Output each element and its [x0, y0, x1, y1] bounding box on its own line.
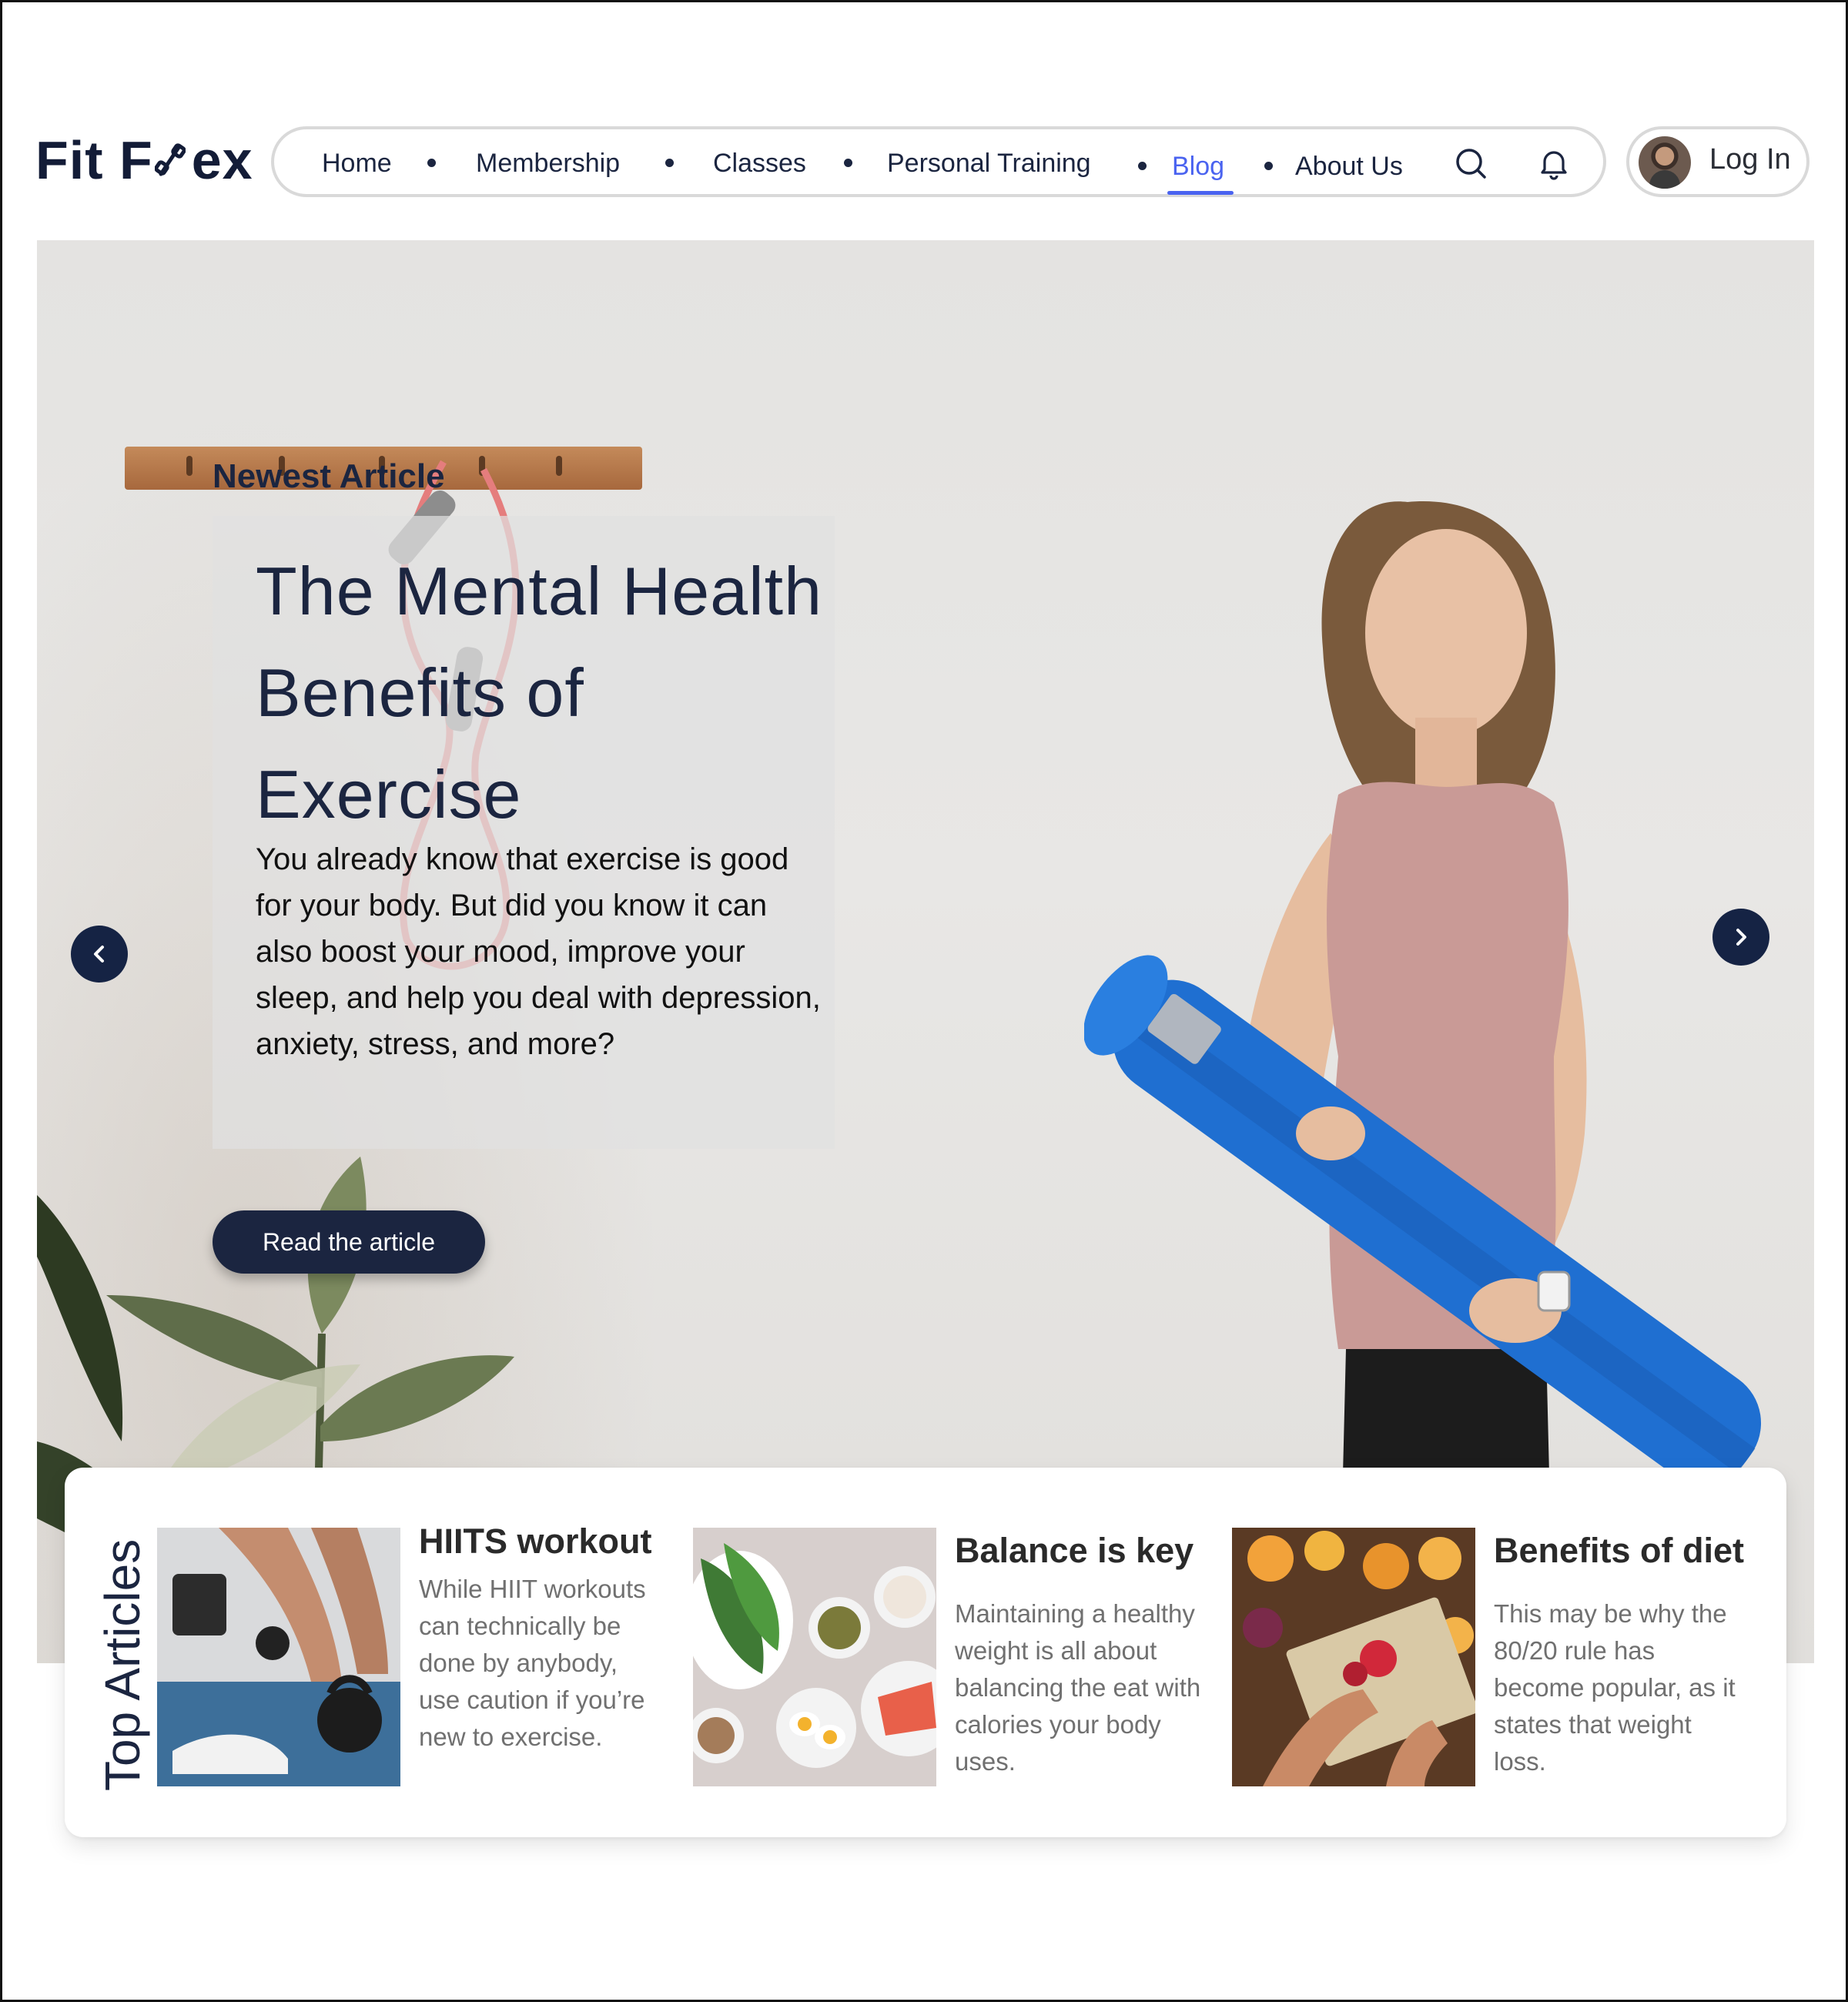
nav-separator	[1138, 162, 1147, 170]
main-nav: Home Membership Classes Personal Trainin…	[271, 126, 1606, 197]
top-articles-panel: Top Articles HIITS workout While HIIT wo…	[65, 1468, 1786, 1837]
avatar	[1639, 136, 1691, 189]
dumbbell-icon	[154, 139, 190, 182]
nav-separator	[665, 159, 674, 167]
login-label: Log In	[1709, 143, 1791, 176]
brand-name-left: Fit F	[35, 130, 153, 190]
article-excerpt: This may be why the 80/20 rule has becom…	[1494, 1599, 1736, 1776]
chevron-right-icon	[1736, 929, 1746, 946]
article-title: Benefits of diet	[1494, 1531, 1745, 1570]
article-card-hiits[interactable]: HIITS workout While HIIT workouts can te…	[157, 1522, 665, 1789]
nav-item-home[interactable]: Home	[322, 146, 392, 180]
login-button[interactable]: Log In	[1626, 126, 1810, 197]
hero-title: The Mental Health Benefits of Exercise	[256, 553, 823, 832]
nav-item-personal-training[interactable]: Personal Training	[887, 146, 1091, 180]
article-excerpt: While HIIT workouts can technically be d…	[419, 1575, 646, 1751]
search-icon[interactable]	[1452, 145, 1489, 182]
nav-item-classes[interactable]: Classes	[713, 146, 806, 180]
article-title: HIITS workout	[419, 1522, 652, 1561]
newest-article-label: Newest Article	[213, 457, 445, 495]
brand-logo[interactable]: Fit F ex	[35, 129, 253, 191]
nav-separator	[844, 159, 852, 167]
fruit-cutting-board-image	[1232, 1528, 1475, 1786]
article-card-balance[interactable]: Balance is key Maintaining a healthy wei…	[693, 1528, 1232, 1789]
carousel-prev-button[interactable]	[71, 926, 128, 983]
kettlebell-workout-image	[157, 1528, 400, 1786]
nav-item-about-us[interactable]: About Us	[1295, 149, 1403, 183]
article-excerpt: Maintaining a healthy weight is all abou…	[955, 1599, 1201, 1776]
active-nav-indicator	[1167, 191, 1234, 195]
hero-description: You already know that exercise is good f…	[256, 842, 821, 1061]
nav-separator	[427, 159, 436, 167]
article-title: Balance is key	[955, 1531, 1194, 1570]
brand-name-right: ex	[191, 130, 253, 190]
healthy-food-plates-image	[693, 1528, 936, 1786]
read-article-button[interactable]: Read the article	[213, 1210, 485, 1274]
nav-separator	[1264, 162, 1273, 170]
top-articles-heading: Top Articles	[95, 1538, 150, 1791]
carousel-next-button[interactable]	[1712, 909, 1769, 966]
article-card-diet[interactable]: Benefits of diet This may be why the 80/…	[1232, 1528, 1771, 1789]
nav-item-blog[interactable]: Blog	[1172, 149, 1224, 183]
chevron-left-icon	[94, 946, 104, 962]
hero-banner: Newest Article The Mental Health Benefit…	[37, 240, 1814, 1663]
bell-icon[interactable]	[1535, 145, 1572, 182]
nav-item-membership[interactable]: Membership	[476, 146, 620, 180]
